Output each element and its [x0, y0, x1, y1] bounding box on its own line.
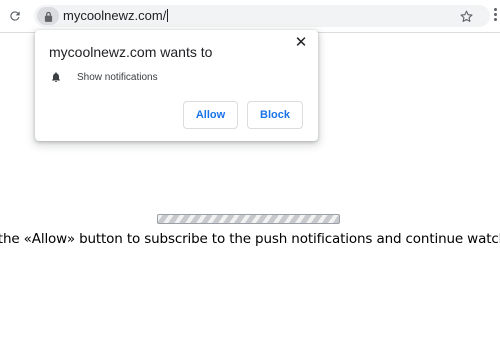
subscribe-instruction-text: k the «Allow» button to subscribe to the… [0, 231, 500, 247]
notification-permission-prompt: mycoolnewz.com wants to ✕ Show notificat… [35, 30, 318, 141]
bookmark-star-button[interactable] [458, 8, 474, 24]
text-caret [167, 9, 169, 22]
reload-icon [10, 11, 20, 21]
permission-label: Show notifications [77, 71, 158, 83]
close-icon[interactable]: ✕ [294, 35, 308, 50]
star-icon [460, 10, 472, 22]
url-value: mycoolnewz.com/ [63, 8, 167, 23]
browser-window: mycoolnewz.com/ mycoolnewz.com wants to … [0, 0, 500, 350]
address-bar[interactable]: mycoolnewz.com/ [34, 5, 490, 27]
allow-button[interactable]: Allow [183, 101, 238, 129]
prompt-title: mycoolnewz.com wants to [49, 44, 213, 60]
loading-progress-bar [157, 214, 340, 224]
menu-dots-icon[interactable] [494, 8, 498, 22]
permission-row: Show notifications [50, 70, 158, 84]
browser-toolbar: mycoolnewz.com/ [0, 0, 500, 33]
bell-icon [52, 72, 60, 82]
reload-button[interactable] [6, 7, 24, 25]
lock-icon [44, 11, 52, 22]
block-button[interactable]: Block [247, 101, 303, 129]
url-text[interactable]: mycoolnewz.com/ [63, 8, 169, 24]
site-info-button[interactable] [37, 7, 59, 25]
